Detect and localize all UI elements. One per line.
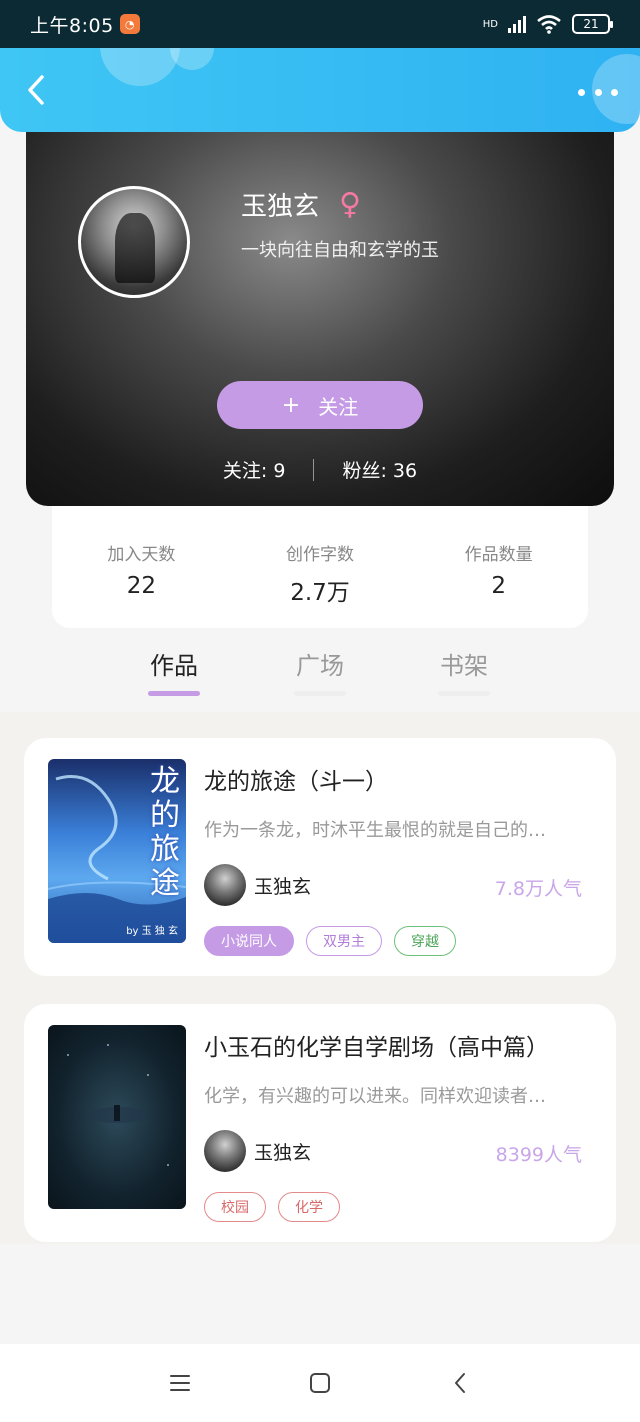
work-author[interactable]: 玉独玄 bbox=[204, 1130, 311, 1172]
stats-card: 加入天数 22 创作字数 2.7万 作品数量 2 bbox=[52, 500, 588, 628]
notification-icon: ◔ bbox=[119, 14, 140, 34]
home-square-icon bbox=[310, 1373, 330, 1393]
stat-label: 作品数量 bbox=[464, 545, 533, 565]
counts-divider bbox=[313, 458, 315, 481]
stat-value: 2.7万 bbox=[290, 580, 350, 606]
tag-chip[interactable]: 化学 bbox=[278, 1192, 340, 1222]
chevron-left-icon bbox=[455, 1373, 465, 1393]
stat-label: 加入天数 bbox=[107, 545, 176, 565]
author-name: 玉独玄 bbox=[254, 1141, 312, 1164]
work-title[interactable]: 龙的旅途（斗一） bbox=[204, 762, 388, 796]
work-cover[interactable]: 龙的旅途 by 玉 独 玄 bbox=[48, 759, 186, 943]
more-dot-icon bbox=[611, 88, 618, 96]
work-tags: 小说同人 双男主 穿越 bbox=[204, 926, 456, 956]
follow-counts: 关注: 9 粉丝: 36 bbox=[26, 456, 614, 483]
battery-icon: 21 bbox=[572, 14, 613, 34]
stat-join-days: 加入天数 22 bbox=[81, 540, 201, 628]
profile-card: 玉独玄 ♀ 一块向往自由和玄学的玉 + 关注 关注: 9 粉丝: 36 bbox=[26, 128, 614, 506]
chevron-left-icon bbox=[28, 75, 44, 105]
status-indicators: HD 21 bbox=[482, 14, 613, 34]
stat-value: 2 bbox=[491, 573, 506, 599]
wifi-icon bbox=[537, 15, 561, 34]
back-button[interactable] bbox=[18, 72, 54, 108]
tab-indicator bbox=[438, 691, 490, 696]
work-description: 化学，有兴趣的可以进来。同样欢迎读者… bbox=[204, 1086, 546, 1107]
system-nav-bar bbox=[0, 1344, 640, 1422]
network-type-label: HD bbox=[482, 18, 498, 30]
night-scene-illustration bbox=[67, 1044, 169, 1166]
profile-name-row: 玉独玄 ♀ bbox=[241, 186, 361, 223]
decor-bubble bbox=[100, 46, 180, 86]
tab-bookshelf[interactable]: 书架 bbox=[438, 646, 490, 696]
profile-avatar[interactable] bbox=[78, 186, 190, 298]
cover-byline: by 玉 独 玄 bbox=[126, 926, 178, 937]
works-list: 龙的旅途 by 玉 独 玄 龙的旅途（斗一） 作为一条龙，时沐平生最恨的就是自己… bbox=[0, 712, 640, 1244]
following-count[interactable]: 关注: 9 bbox=[223, 456, 286, 483]
stat-value: 22 bbox=[126, 573, 156, 599]
menu-icon bbox=[170, 1375, 190, 1391]
author-name: 玉独玄 bbox=[254, 875, 312, 898]
work-cover[interactable] bbox=[48, 1025, 186, 1209]
tab-label: 广场 bbox=[296, 652, 344, 680]
more-dot-icon bbox=[594, 88, 602, 96]
more-dot-icon bbox=[578, 88, 585, 96]
work-title[interactable]: 小玉石的化学自学剧场（高中篇） bbox=[204, 1028, 549, 1062]
signal-icon bbox=[508, 15, 526, 33]
tab-bar: 作品 广场 书架 bbox=[0, 640, 640, 710]
female-icon: ♀ bbox=[339, 186, 361, 222]
battery-level: 21 bbox=[583, 17, 599, 31]
work-author[interactable]: 玉独玄 bbox=[204, 864, 311, 906]
tag-chip[interactable]: 穿越 bbox=[394, 926, 456, 956]
stat-work-count: 作品数量 2 bbox=[439, 540, 559, 628]
tag-chip[interactable]: 小说同人 bbox=[204, 926, 294, 956]
author-avatar bbox=[204, 1130, 246, 1172]
work-card[interactable]: 龙的旅途 by 玉 独 玄 龙的旅途（斗一） 作为一条龙，时沐平生最恨的就是自己… bbox=[24, 738, 616, 976]
profile-username: 玉独玄 bbox=[241, 192, 320, 222]
work-popularity: 8399人气 bbox=[495, 1144, 582, 1166]
system-back-button[interactable] bbox=[440, 1363, 480, 1403]
stat-label: 创作字数 bbox=[285, 545, 354, 565]
work-card[interactable]: 小玉石的化学自学剧场（高中篇） 化学，有兴趣的可以进来。同样欢迎读者… 玉独玄 … bbox=[24, 1004, 616, 1242]
followers-count[interactable]: 粉丝: 36 bbox=[342, 456, 417, 483]
work-tags: 校园 化学 bbox=[204, 1192, 340, 1222]
stat-word-count: 创作字数 2.7万 bbox=[260, 540, 380, 628]
status-bar: 上午8:05 ◔ HD 21 bbox=[0, 0, 640, 48]
avatar-figure bbox=[115, 213, 155, 283]
more-options-button[interactable] bbox=[578, 82, 618, 102]
tab-label: 作品 bbox=[150, 652, 198, 680]
tab-label: 书架 bbox=[440, 652, 488, 680]
follow-button-label: 关注 bbox=[318, 394, 359, 419]
home-button[interactable] bbox=[300, 1363, 340, 1403]
decor-bubble bbox=[170, 46, 214, 70]
menu-button[interactable] bbox=[160, 1363, 200, 1403]
author-avatar bbox=[204, 864, 246, 906]
profile-bio: 一块向往自由和玄学的玉 bbox=[241, 240, 439, 261]
tab-indicator bbox=[148, 691, 200, 696]
tab-indicator bbox=[294, 691, 346, 696]
follow-button[interactable]: + 关注 bbox=[217, 381, 423, 429]
plus-icon: + bbox=[281, 392, 301, 418]
tab-works[interactable]: 作品 bbox=[148, 646, 200, 696]
tag-chip[interactable]: 校园 bbox=[204, 1192, 266, 1222]
work-popularity: 7.8万人气 bbox=[494, 878, 582, 900]
status-time: 上午8:05 bbox=[30, 14, 114, 37]
cover-title-art: 龙的旅途 bbox=[150, 764, 180, 901]
tag-chip[interactable]: 双男主 bbox=[306, 926, 382, 956]
tab-square[interactable]: 广场 bbox=[294, 646, 346, 696]
header-bar bbox=[0, 46, 640, 132]
work-description: 作为一条龙，时沐平生最恨的就是自己的… bbox=[204, 820, 546, 841]
